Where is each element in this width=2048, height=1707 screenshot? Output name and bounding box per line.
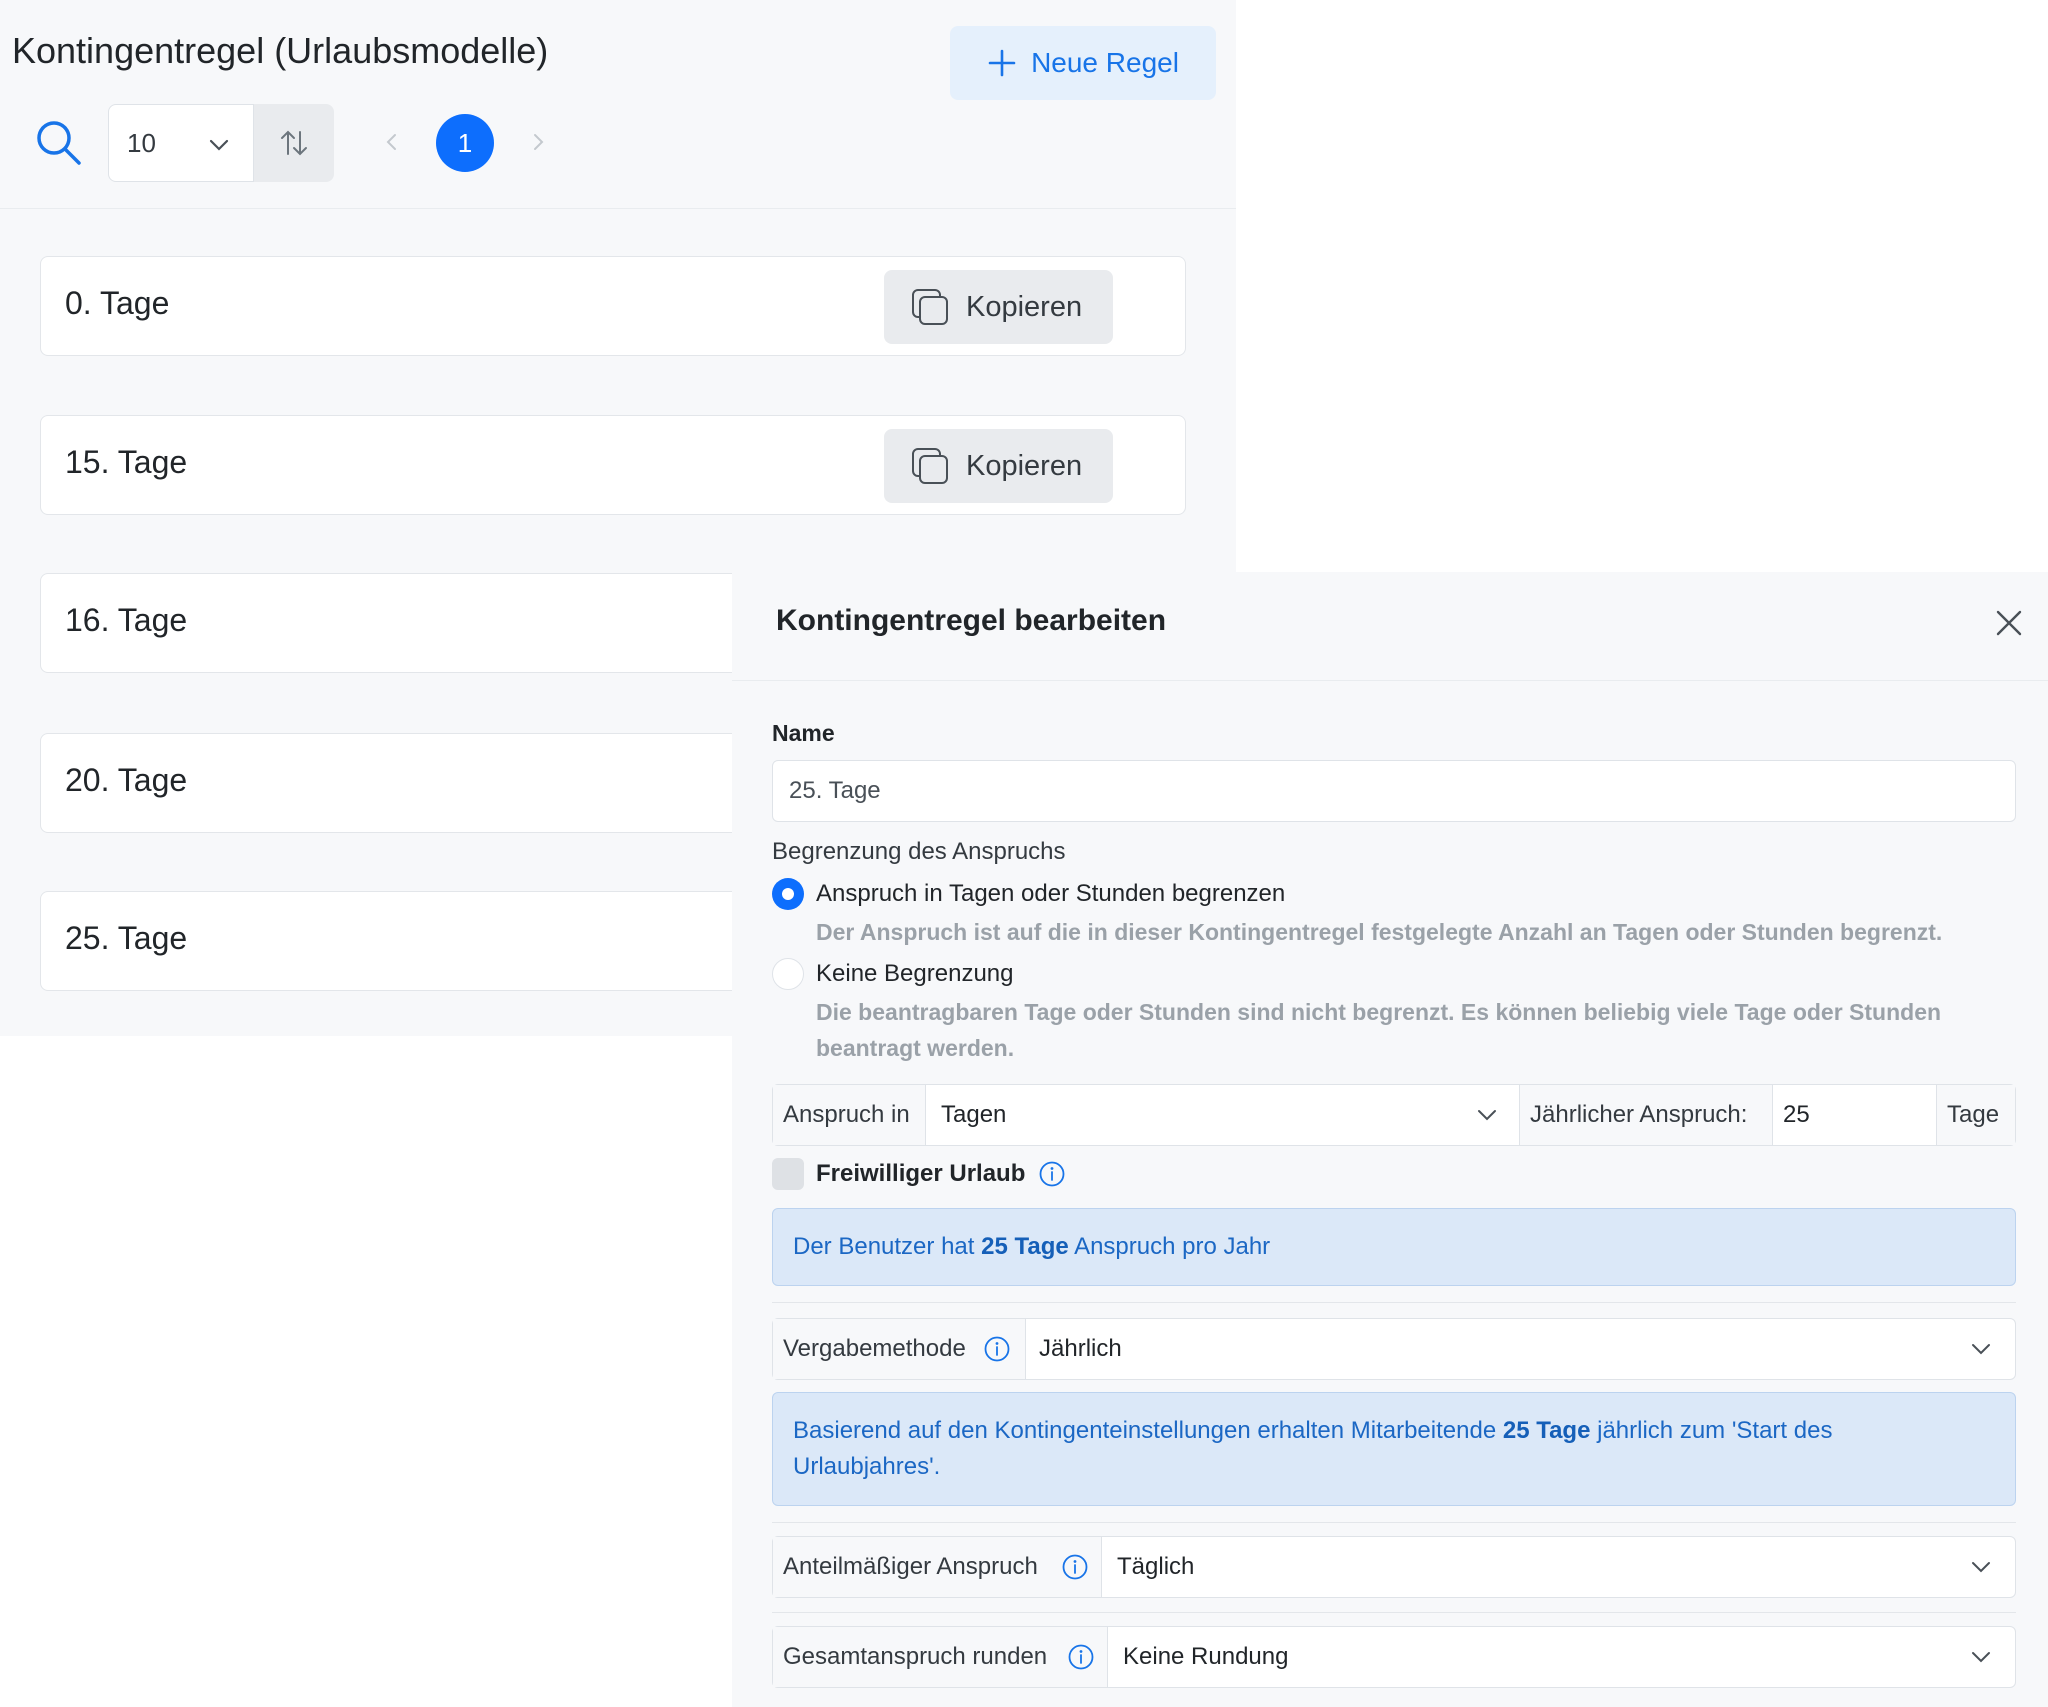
sort-icon — [281, 130, 307, 156]
method-info-line: Urlaubjahres'. — [793, 1453, 941, 1480]
radio-limit-claim-help: Der Anspruch ist auf die in dieser Konti… — [816, 919, 1943, 945]
radio-no-limit-help: beantragt werden. — [816, 1035, 1015, 1061]
chevron-right-icon[interactable] — [526, 130, 550, 154]
voluntary-leave-label[interactable]: Freiwilliger Urlaub — [816, 1160, 1025, 1188]
summary-text: Anspruch pro Jahr — [1068, 1233, 1271, 1260]
close-icon[interactable] — [1992, 606, 2026, 640]
new-rule-label: Neue Regel — [1031, 47, 1179, 78]
chevron-down-icon[interactable] — [1969, 1555, 1993, 1579]
rule-card[interactable]: 15. Tage Kopieren — [40, 415, 1186, 515]
claim-in-label: Anspruch in — [773, 1085, 925, 1145]
info-icon[interactable] — [1061, 1553, 1089, 1581]
divider — [1107, 1627, 1108, 1687]
chevron-left-icon[interactable] — [380, 130, 404, 154]
radio-no-limit-label[interactable]: Keine Begrenzung — [816, 960, 1013, 988]
info-icon[interactable] — [983, 1335, 1011, 1363]
sort-button[interactable] — [254, 104, 334, 182]
annual-claim-label: Jährlicher Anspruch: — [1520, 1085, 1772, 1145]
copy-label: Kopieren — [966, 449, 1083, 482]
voluntary-leave-checkbox[interactable] — [772, 1158, 804, 1190]
rule-card[interactable]: 0. Tage Kopieren — [40, 256, 1186, 356]
chevron-down-icon — [209, 139, 229, 151]
rounding-label: Gesamtanspruch runden — [773, 1627, 1107, 1687]
prorata-label: Anteilmäßiger Anspruch — [773, 1537, 1101, 1597]
annual-claim-unit: Tage — [1937, 1085, 2015, 1145]
chevron-down-icon[interactable] — [1475, 1103, 1499, 1127]
summary-value: 25 Tage — [981, 1233, 1069, 1260]
rounding-input-group: Gesamtanspruch runden Keine Rundung — [772, 1626, 2016, 1688]
summary-text: Der Benutzer hat — [793, 1233, 982, 1260]
claim-in-select[interactable]: Tagen — [941, 1085, 1006, 1145]
rule-name: 0. Tage — [65, 285, 170, 321]
new-rule-button[interactable]: Neue Regel — [950, 26, 1216, 100]
rule-name: 25. Tage — [65, 920, 188, 956]
method-info-text: jährlich zum 'Start des — [1590, 1417, 1833, 1444]
drawer-title: Kontingentregel bearbeiten — [776, 604, 1167, 637]
prorata-label-text: Anteilmäßiger Anspruch — [783, 1553, 1038, 1580]
divider — [772, 1302, 2016, 1303]
annual-claim-input[interactable]: 25 — [1783, 1085, 1810, 1145]
page-title: Kontingentregel (Urlaubsmodelle) — [12, 30, 549, 71]
divider — [925, 1085, 926, 1145]
page-number-current[interactable]: 1 — [436, 114, 494, 172]
radio-no-limit[interactable] — [772, 958, 804, 990]
divider — [1101, 1537, 1102, 1597]
name-label: Name — [772, 720, 835, 746]
radio-limit-claim[interactable] — [772, 878, 804, 910]
search-icon[interactable] — [34, 118, 84, 168]
limit-label: Begrenzung des Anspruchs — [772, 838, 1066, 865]
radio-no-limit-help: Die beantragbaren Tage oder Stunden sind… — [816, 999, 1942, 1025]
page-size-select[interactable]: 10 — [108, 104, 254, 182]
divider — [772, 1522, 2016, 1523]
copy-label: Kopieren — [966, 290, 1083, 323]
rule-name: 20. Tage — [65, 762, 188, 798]
prorata-select[interactable]: Täglich — [1117, 1537, 1194, 1597]
divider — [1772, 1085, 1773, 1145]
claim-summary-alert: Der Benutzer hat 25 Tage Anspruch pro Ja… — [772, 1208, 2016, 1286]
rule-name: 15. Tage — [65, 444, 188, 480]
copy-icon — [912, 448, 948, 484]
name-input[interactable] — [772, 760, 2016, 822]
method-input-group: Vergabemethode Jährlich — [772, 1318, 2016, 1380]
prorata-input-group: Anteilmäßiger Anspruch Täglich — [772, 1536, 2016, 1598]
radio-limit-claim-label[interactable]: Anspruch in Tagen oder Stunden begrenzen — [816, 880, 1285, 908]
edit-drawer: Kontingentregel bearbeiten Name Begrenzu… — [732, 572, 2048, 1707]
rounding-select[interactable]: Keine Rundung — [1123, 1627, 1288, 1687]
chevron-down-icon[interactable] — [1969, 1337, 1993, 1361]
page-size-value: 10 — [127, 127, 156, 158]
method-select[interactable]: Jährlich — [1039, 1319, 1122, 1379]
method-info-value: 25 Tage — [1502, 1417, 1591, 1444]
claim-input-group: Anspruch in Tagen Jährlicher Anspruch: 2… — [772, 1084, 2016, 1146]
copy-button[interactable]: Kopieren — [884, 429, 1113, 503]
method-info-alert: Basierend auf den Kontingenteinstellunge… — [772, 1392, 2016, 1506]
rule-name: 16. Tage — [65, 602, 188, 638]
plus-icon — [988, 49, 1016, 77]
rounding-label-text: Gesamtanspruch runden — [783, 1643, 1048, 1670]
method-label-text: Vergabemethode — [783, 1335, 966, 1362]
info-icon[interactable] — [1067, 1643, 1095, 1671]
copy-button[interactable]: Kopieren — [884, 270, 1113, 344]
divider — [772, 1612, 2016, 1613]
method-info-line: Basierend auf den Kontingenteinstellunge… — [793, 1413, 1995, 1449]
chevron-down-icon[interactable] — [1969, 1645, 1993, 1669]
list-header: Kontingentregel (Urlaubsmodelle) Neue Re… — [0, 0, 1236, 209]
divider — [1025, 1319, 1026, 1379]
divider — [732, 680, 2048, 681]
info-icon[interactable] — [1038, 1160, 1066, 1188]
copy-icon — [912, 289, 948, 325]
method-info-text: Basierend auf den Kontingenteinstellunge… — [793, 1417, 1503, 1444]
